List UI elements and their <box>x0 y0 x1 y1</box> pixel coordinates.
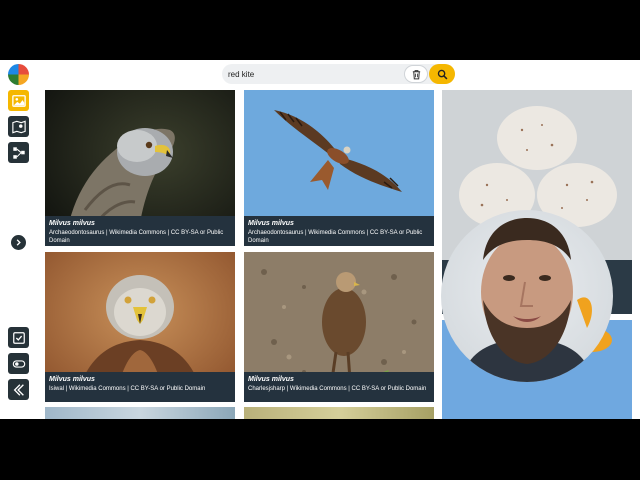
chevron-right-icon <box>16 239 21 246</box>
images-button[interactable] <box>8 90 29 111</box>
map-button[interactable] <box>8 116 29 137</box>
image-caption: Milvus milvus Isiwal | Wikimedia Commons… <box>45 372 235 402</box>
clear-search-button[interactable] <box>404 65 428 83</box>
graph-icon <box>12 146 25 159</box>
image-credit: Isiwal | Wikimedia Commons | CC BY-SA or… <box>49 386 206 392</box>
search-button[interactable] <box>429 64 455 84</box>
image-caption: Milvus milvus Archaeodontosaurus | Wikim… <box>45 216 235 246</box>
search-bar <box>222 64 455 84</box>
search-input[interactable] <box>228 66 398 82</box>
image-credit: Archaeodontosaurus | Wikimedia Commons |… <box>248 230 423 244</box>
image-card-partial[interactable] <box>45 407 235 419</box>
image-caption: Milvus milvus Archaeodontosaurus | Wikim… <box>244 216 434 246</box>
graph-button[interactable] <box>8 142 29 163</box>
app-logo[interactable] <box>8 64 29 85</box>
trash-icon <box>412 69 420 79</box>
webcam-overlay <box>441 210 613 382</box>
double-chevron-icon <box>13 383 24 396</box>
species-name: Milvus milvus <box>248 376 294 383</box>
presenter-video <box>461 218 593 382</box>
image-credit: Archaeodontosaurus | Wikimedia Commons |… <box>49 230 224 244</box>
search-icon <box>437 69 447 79</box>
species-name: Milvus milvus <box>248 220 294 227</box>
app-window: Milvus milvus Archaeodontosaurus | Wikim… <box>0 60 640 419</box>
image-card[interactable]: Milvus milvus Archaeodontosaurus | Wikim… <box>45 90 235 246</box>
checklist-button[interactable] <box>8 327 29 348</box>
toggle-icon <box>12 359 25 368</box>
image-card[interactable]: Milvus milvus Archaeodontosaurus | Wikim… <box>244 90 434 246</box>
expand-sidebar-button[interactable] <box>11 235 26 250</box>
collapse-button[interactable] <box>8 379 29 400</box>
toggle-button[interactable] <box>8 353 29 374</box>
image-card[interactable]: Milvus milvus Charlesjsharp | Wikimedia … <box>244 252 434 402</box>
checklist-icon <box>12 331 25 344</box>
images-icon <box>11 94 26 107</box>
sidebar <box>0 60 36 419</box>
image-card[interactable]: Milvus milvus Isiwal | Wikimedia Commons… <box>45 252 235 402</box>
species-name: Milvus milvus <box>49 376 95 383</box>
image-caption: Milvus milvus Charlesjsharp | Wikimedia … <box>244 372 434 402</box>
species-name: Milvus milvus <box>49 220 95 227</box>
image-card-partial[interactable] <box>244 407 434 419</box>
image-credit: Charlesjsharp | Wikimedia Commons | CC B… <box>248 386 427 392</box>
map-icon <box>11 120 26 133</box>
